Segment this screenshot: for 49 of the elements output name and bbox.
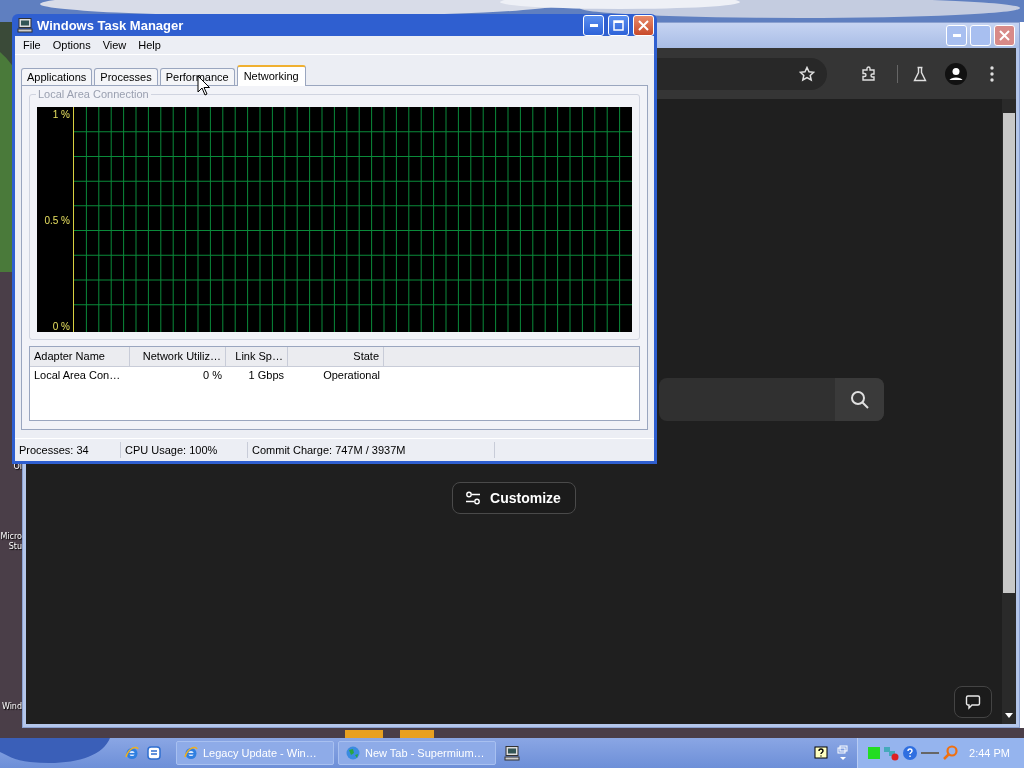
column-header[interactable]: Link Sp…: [226, 347, 288, 366]
menu-item[interactable]: Help: [132, 38, 167, 52]
menu-icon[interactable]: [990, 65, 994, 82]
restore-icon[interactable]: [837, 745, 850, 761]
column-header[interactable]: Adapter Name: [30, 347, 130, 366]
browser-e-icon[interactable]: [124, 745, 140, 761]
table-cell-text: 0 %: [202, 369, 223, 383]
search-field[interactable]: [659, 378, 884, 421]
tab[interactable]: Processes: [94, 68, 158, 85]
axis-label: 0 %: [52, 321, 70, 332]
scroll-down-icon[interactable]: [1005, 713, 1013, 718]
status-text: Commit Charge: 747M / 3937M: [248, 442, 495, 458]
table-cell-text: Local Area Con…: [33, 369, 122, 383]
axis-label: 0.5 %: [44, 215, 70, 226]
menu-item[interactable]: View: [96, 38, 133, 52]
profile-icon[interactable]: [945, 62, 967, 85]
status-text: CPU Usage: 100%: [121, 442, 248, 458]
status-text: Processes: 34: [15, 442, 121, 458]
computer-icon: [504, 745, 520, 761]
minimize-icon: [952, 34, 961, 37]
chat-bubble-icon: [965, 694, 981, 710]
table-cell-text: 1 Gbps: [247, 369, 285, 383]
minimize-icon: [589, 23, 598, 27]
globe-icon: [345, 745, 361, 761]
customize-button[interactable]: Customize: [452, 482, 576, 514]
browser-e-icon[interactable]: [183, 745, 199, 761]
axis-label: 1 %: [52, 109, 70, 120]
star-icon[interactable]: [799, 65, 815, 82]
flask-icon[interactable]: [912, 65, 928, 82]
tab[interactable]: Applications: [21, 68, 93, 85]
tab[interactable]: Performance: [159, 68, 235, 85]
tab[interactable]: Networking: [236, 65, 306, 86]
column-header[interactable]: State: [288, 347, 384, 366]
column-header[interactable]: Network Utiliz…: [130, 347, 226, 366]
maximize-icon: [613, 19, 624, 31]
close-icon: [638, 19, 649, 31]
close-icon: [999, 30, 1010, 41]
sliders-icon: [465, 490, 482, 506]
menu-item[interactable]: Options: [46, 38, 97, 52]
desktop-icon[interactable]: [146, 745, 162, 761]
close-button[interactable]: [994, 25, 1015, 46]
table-cell-text: Operational: [322, 369, 381, 383]
group-title: Local Area Connection: [36, 88, 151, 100]
feedback-button[interactable]: [954, 686, 992, 718]
puzzle-icon[interactable]: [861, 65, 877, 82]
menu-item[interactable]: File: [17, 38, 47, 52]
help-icon[interactable]: [813, 745, 830, 761]
search-icon[interactable]: [849, 389, 870, 410]
scrollbar[interactable]: [1002, 99, 1016, 724]
